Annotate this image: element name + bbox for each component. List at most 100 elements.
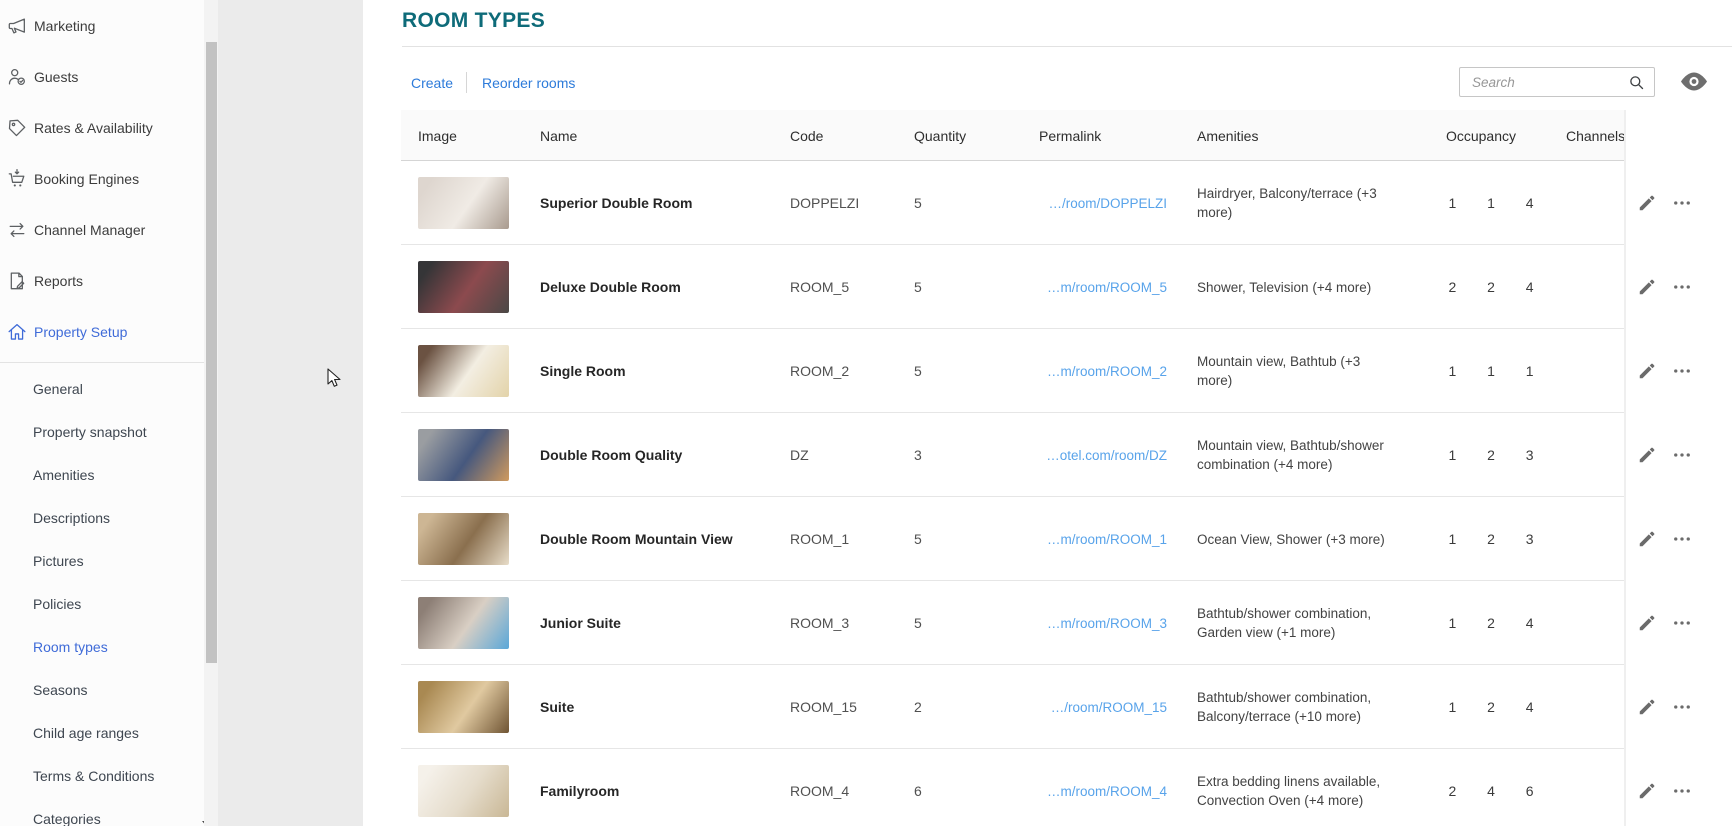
page-title: ROOM TYPES — [402, 9, 546, 32]
room-amenities: Mountain view, Bathtub/shower combinatio… — [1197, 438, 1384, 472]
more-actions-ellipsis-icon[interactable] — [1672, 193, 1692, 213]
room-quantity: 2 — [914, 699, 922, 715]
edit-pencil-icon[interactable] — [1637, 781, 1657, 801]
room-code: ROOM_1 — [790, 531, 850, 547]
table-row: Deluxe Double Room ROOM_5 5 …m/room/ROOM… — [401, 245, 1732, 329]
more-actions-ellipsis-icon[interactable] — [1672, 697, 1692, 717]
sidebar-item-booking-engines[interactable]: Booking Engines — [0, 153, 204, 204]
room-photo-thumbnail — [418, 429, 509, 481]
search-input[interactable] — [1460, 68, 1654, 96]
edit-pencil-icon[interactable] — [1637, 613, 1657, 633]
occupancy-value: 2 — [1448, 783, 1457, 799]
room-name: Double Room Quality — [540, 447, 683, 463]
edit-pencil-icon[interactable] — [1637, 529, 1657, 549]
sidebar-sub-item-child-age-ranges[interactable]: Child age ranges — [0, 711, 204, 754]
room-name: Deluxe Double Room — [540, 279, 681, 295]
room-types-page: Marketing Guests Rates & Availability Bo… — [0, 0, 1732, 826]
sidebar-scrollbar-thumb[interactable] — [205, 42, 217, 663]
room-channels-cell — [1549, 161, 1624, 245]
room-code: ROOM_5 — [790, 279, 850, 295]
occupancy-value: 4 — [1525, 699, 1534, 715]
permalink-link[interactable]: …m/room/ROOM_2 — [1047, 364, 1167, 379]
more-actions-ellipsis-icon[interactable] — [1672, 529, 1692, 549]
room-amenities: Bathtub/shower combination, Garden view … — [1197, 606, 1372, 640]
occupancy-value: 2 — [1448, 279, 1457, 295]
room-photo-thumbnail — [418, 177, 509, 229]
more-actions-ellipsis-icon[interactable] — [1672, 781, 1692, 801]
permalink-link[interactable]: …otel.com/room/DZ — [1046, 448, 1167, 463]
sidebar-item-marketing[interactable]: Marketing — [0, 0, 204, 51]
sidebar-main-nav: Marketing Guests Rates & Availability Bo… — [0, 0, 204, 357]
room-photo-thumbnail — [418, 261, 509, 313]
sidebar-sub-item-property-snapshot[interactable]: Property snapshot — [0, 410, 204, 453]
sidebar-sub-item-categories[interactable]: Categories — [0, 797, 212, 826]
occupancy-value: 6 — [1525, 783, 1534, 799]
toolbar-separator — [466, 72, 467, 93]
room-quantity: 3 — [914, 447, 922, 463]
sidebar-item-rates-availability[interactable]: Rates & Availability — [0, 102, 204, 153]
transfer-arrows-icon — [6, 219, 28, 241]
edit-pencil-icon[interactable] — [1637, 697, 1657, 717]
permalink-link[interactable]: …m/room/ROOM_4 — [1047, 784, 1167, 799]
sidebar-sub-item-policies[interactable]: Policies — [0, 582, 204, 625]
content-backdrop-panel — [218, 0, 363, 826]
sidebar-sub-item-seasons[interactable]: Seasons — [0, 668, 204, 711]
sidebar-item-channel-manager[interactable]: Channel Manager — [0, 204, 204, 255]
sidebar-sub-item-descriptions[interactable]: Descriptions — [0, 496, 204, 539]
sidebar-item-property-setup[interactable]: Property Setup — [0, 306, 204, 357]
reorder-rooms-button[interactable]: Reorder rooms — [482, 75, 575, 91]
room-occupancy: 2 2 4 — [1433, 245, 1549, 329]
room-code: ROOM_2 — [790, 363, 850, 379]
permalink-link[interactable]: …/room/ROOM_15 — [1051, 700, 1167, 715]
edit-pencil-icon[interactable] — [1637, 445, 1657, 465]
sidebar-sub-item-amenities[interactable]: Amenities — [0, 453, 204, 496]
table-body: Superior Double Room DOPPELZI 5 …/room/D… — [401, 161, 1732, 826]
col-header-occupancy: Occupancy — [1445, 127, 1517, 144]
more-actions-ellipsis-icon[interactable] — [1672, 277, 1692, 297]
more-actions-ellipsis-icon[interactable] — [1672, 613, 1692, 633]
room-occupancy: 1 1 1 — [1433, 329, 1549, 413]
visibility-eye-icon[interactable] — [1679, 70, 1709, 93]
edit-pencil-icon[interactable] — [1637, 193, 1657, 213]
sidebar-item-reports[interactable]: Reports — [0, 255, 204, 306]
occupancy-value: 2 — [1487, 447, 1495, 463]
search-box — [1459, 67, 1655, 97]
room-quantity: 5 — [914, 363, 922, 379]
sidebar-sub-item-terms-conditions[interactable]: Terms & Conditions — [0, 754, 204, 797]
room-occupancy: 1 2 3 — [1433, 497, 1549, 581]
actions-column-divider — [1624, 110, 1626, 826]
col-header-name: Name — [540, 127, 578, 144]
col-header-permalink: Permalink — [1039, 127, 1102, 144]
cart-download-icon — [6, 168, 28, 190]
edit-pencil-icon[interactable] — [1637, 361, 1657, 381]
permalink-link[interactable]: …m/room/ROOM_1 — [1047, 532, 1167, 547]
room-occupancy: 1 2 4 — [1433, 581, 1549, 665]
sidebar-sub-item-room-types[interactable]: Room types — [0, 625, 204, 668]
permalink-link[interactable]: …/room/DOPPELZI — [1048, 196, 1167, 211]
sidebar-scrollbar[interactable] — [204, 0, 218, 826]
room-code: ROOM_15 — [790, 699, 857, 715]
edit-pencil-icon[interactable] — [1637, 277, 1657, 297]
occupancy-value: 1 — [1487, 363, 1495, 379]
table-header-row: Image Name Code Quantity Permalink Ameni… — [401, 110, 1732, 161]
main-content: ROOM TYPES Create Reorder rooms Image Na… — [363, 0, 1732, 826]
search-icon[interactable] — [1627, 73, 1646, 92]
occupancy-value: 1 — [1487, 195, 1495, 211]
col-header-code: Code — [790, 127, 824, 144]
more-actions-ellipsis-icon[interactable] — [1672, 361, 1692, 381]
sidebar-item-guests[interactable]: Guests — [0, 51, 204, 102]
more-actions-ellipsis-icon[interactable] — [1672, 445, 1692, 465]
room-occupancy: 2 4 6 — [1433, 749, 1549, 826]
sidebar-sub-item-pictures[interactable]: Pictures — [0, 539, 204, 582]
occupancy-value: 2 — [1487, 279, 1495, 295]
room-channels-cell — [1549, 329, 1624, 413]
room-photo-thumbnail — [418, 345, 509, 397]
room-code: ROOM_3 — [790, 615, 850, 631]
permalink-link[interactable]: …m/room/ROOM_5 — [1047, 280, 1167, 295]
permalink-link[interactable]: …m/room/ROOM_3 — [1047, 616, 1167, 631]
table-row: Suite ROOM_15 2 …/room/ROOM_15 Bathtub/s… — [401, 665, 1732, 749]
room-quantity: 5 — [914, 531, 922, 547]
create-button[interactable]: Create — [411, 75, 453, 91]
sidebar-sub-item-general[interactable]: General — [0, 367, 204, 410]
price-tag-icon — [6, 117, 28, 139]
